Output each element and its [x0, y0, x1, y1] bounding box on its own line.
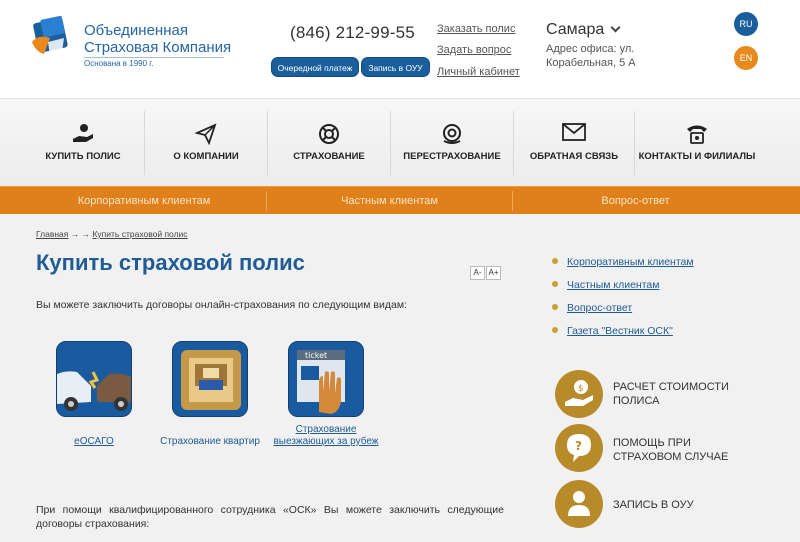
calc-cost-label[interactable]: РАСЧЕТ СТОИМОСТИ ПОЛИСА	[613, 380, 743, 408]
lang-ru-button[interactable]: RU	[734, 12, 758, 36]
logo-name-line2: Страховая Компания	[84, 39, 232, 56]
chevron-down-icon	[610, 22, 621, 33]
order-policy-link[interactable]: Заказать полис	[437, 23, 515, 35]
bullet-icon	[552, 304, 558, 310]
sidebar-link-faq[interactable]: Вопрос-ответ	[552, 302, 632, 314]
sidebar-link-newspaper[interactable]: Газета "Вестник ОСК"	[552, 325, 673, 337]
subnav-corporate[interactable]: Корпоративным клиентам	[22, 187, 266, 215]
nav-contacts[interactable]: КОНТАКТЫ И ФИЛИАЛЫ	[635, 99, 759, 187]
office-address: Адрес офиса: ул. Корабельная, 5 А	[546, 43, 636, 69]
sidebar-link-corporate[interactable]: Корпоративным клиентам	[552, 256, 694, 268]
hand-coin-icon: $	[565, 380, 593, 406]
font-decrease-button[interactable]: A-	[470, 266, 485, 280]
nav-label: КОНТАКТЫ И ФИЛИАЛЫ	[638, 151, 756, 162]
main-nav: КУПИТЬ ПОЛИС О КОМПАНИИ СТРАХОВАНИЕ ПЕРЕ…	[0, 98, 800, 186]
sub-nav: Корпоративным клиентам Частным клиентам …	[0, 186, 800, 214]
calc-cost-button[interactable]: $	[555, 370, 603, 418]
appointment-ouu-label[interactable]: ЗАПИСЬ В ОУУ	[613, 498, 743, 512]
card-apartment[interactable]	[172, 341, 248, 417]
ask-question-link[interactable]: Задать вопрос	[437, 44, 511, 56]
nav-label: О КОМПАНИИ	[173, 151, 239, 162]
page-title: Купить страховой полис	[36, 250, 305, 275]
lifebuoy-hands-icon	[441, 123, 463, 150]
phone-number[interactable]: (846) 212-99-55	[290, 23, 415, 43]
site-header: Объединенная Страховая Компания Основана…	[0, 0, 800, 98]
svg-text:ticket: ticket	[305, 351, 327, 360]
ticket-hand-icon: ticket	[289, 342, 363, 416]
subnav-private[interactable]: Частным клиентам	[267, 187, 512, 215]
bullet-icon	[552, 327, 558, 333]
sidebar-link-label: Газета "Вестник ОСК"	[567, 325, 673, 337]
breadcrumb: Главная → → Купить страховой полис	[36, 229, 188, 239]
lifebuoy-icon	[318, 123, 340, 150]
city-selector[interactable]: Самара	[546, 21, 621, 39]
nav-about[interactable]: О КОМПАНИИ	[145, 99, 267, 187]
logo-name-line1: Объединенная	[84, 22, 188, 39]
nav-buy-policy[interactable]: КУПИТЬ ПОЛИС	[22, 99, 144, 187]
car-crash-icon	[57, 342, 131, 416]
sidebar-link-label: Частным клиентам	[567, 279, 660, 291]
bullet-icon	[552, 258, 558, 264]
insured-event-help-label[interactable]: ПОМОЩЬ ПРИ СТРАХОВОМ СЛУЧАЕ	[613, 436, 743, 464]
font-increase-button[interactable]: A+	[486, 266, 501, 280]
nav-label: ОБРАТНАЯ СВЯЗЬ	[529, 151, 619, 162]
company-logo-icon[interactable]	[28, 14, 76, 62]
nav-label: СТРАХОВАНИЕ	[293, 151, 365, 162]
bullet-icon	[552, 281, 558, 287]
svg-text:?: ?	[575, 439, 582, 453]
city-name: Самара	[546, 21, 605, 38]
payment-button[interactable]: Очередной платеж	[271, 57, 359, 77]
subnav-faq[interactable]: Вопрос-ответ	[513, 187, 758, 215]
nav-feedback[interactable]: ОБРАТНАЯ СВЯЗЬ	[514, 99, 634, 187]
breadcrumb-current[interactable]: Купить страховой полис	[92, 229, 187, 239]
paper-plane-icon	[194, 123, 217, 150]
intro-text: Вы можете заключить договоры онлайн-стра…	[36, 299, 407, 311]
sidebar-link-label: Корпоративным клиентам	[567, 256, 694, 268]
bottom-text: При помощи квалифицированного сотрудника…	[36, 504, 504, 530]
card-travel-label[interactable]: Страхование выезжающих за рубеж	[270, 424, 382, 448]
insured-event-help-button[interactable]: ?	[555, 424, 603, 472]
telephone-icon	[685, 123, 709, 150]
person-icon	[568, 491, 590, 516]
hand-coin-icon	[71, 123, 95, 150]
appointment-ouu-button[interactable]	[555, 480, 603, 528]
nav-reinsurance[interactable]: ПЕРЕСТРАХОВАНИЕ	[391, 99, 513, 187]
sidebar-link-label: Вопрос-ответ	[567, 302, 633, 314]
lang-en-button[interactable]: EN	[734, 46, 758, 70]
appointment-button[interactable]: Запись в ОУУ	[361, 57, 430, 77]
question-bubble-icon: ?	[567, 434, 591, 462]
card-eosago-label[interactable]: еОСАГО	[56, 436, 132, 448]
nav-insurance[interactable]: СТРАХОВАНИЕ	[268, 99, 390, 187]
breadcrumb-home[interactable]: Главная	[36, 229, 68, 239]
svg-text:$: $	[578, 384, 584, 394]
personal-cabinet-link[interactable]: Личный кабинет	[437, 66, 520, 78]
logo-founded: Основана в 1990 г.	[84, 57, 224, 68]
nav-label: КУПИТЬ ПОЛИС	[45, 151, 121, 162]
sidebar-link-private[interactable]: Частным клиентам	[552, 279, 659, 291]
card-apartment-label[interactable]: Страхование квартир	[150, 436, 270, 448]
breadcrumb-separator: → →	[70, 229, 91, 239]
nav-label: ПЕРЕСТРАХОВАНИЕ	[403, 151, 501, 162]
logo-text[interactable]: Объединенная Страховая Компания Основана…	[84, 22, 231, 68]
envelope-icon	[562, 123, 586, 146]
apartment-room-icon	[173, 342, 247, 416]
card-eosago[interactable]	[56, 341, 132, 417]
card-travel[interactable]: ticket	[288, 341, 364, 417]
